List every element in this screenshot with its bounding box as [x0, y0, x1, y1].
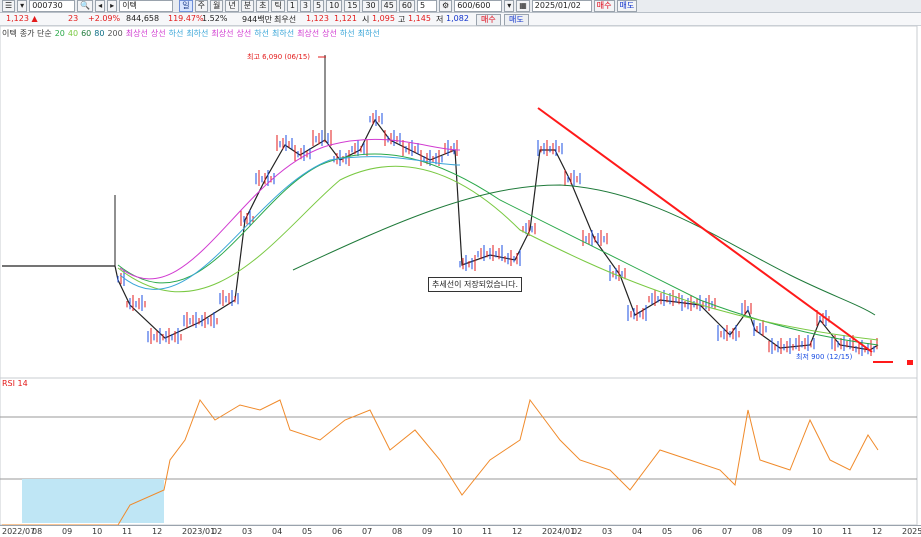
x-axis-label: 08	[752, 527, 763, 536]
envelope-lower-line	[119, 156, 461, 290]
rsi-line	[117, 398, 879, 526]
ma-20-line	[117, 153, 879, 346]
x-axis-label: 06	[692, 527, 703, 536]
low-annotation: 최저 900 (12/15)	[796, 353, 853, 361]
x-axis-label: 05	[302, 527, 313, 536]
trend-line	[537, 107, 873, 353]
x-axis-label: 07	[722, 527, 733, 536]
x-axis-label: 09	[782, 527, 793, 536]
x-axis-label: 2025/01	[902, 527, 921, 536]
x-axis-label: 02	[572, 527, 583, 536]
x-axis-label: 04	[272, 527, 283, 536]
x-axis-label: 05	[662, 527, 673, 536]
x-axis-label: 09	[62, 527, 73, 536]
trendline-saved-tooltip: 추세선이 저장되었습니다.	[428, 277, 523, 292]
x-axis-label: 07	[362, 527, 373, 536]
x-axis-label: 12	[512, 527, 523, 536]
stock-chart-window: ☰ ▾ 000730 🔍 ◂ ▸ 이텍 일 주 월 년 분 초 틱 1 3 5 …	[0, 0, 921, 537]
x-axis-label: 10	[92, 527, 103, 536]
x-axis-label: 09	[422, 527, 433, 536]
current-price-tag	[907, 360, 913, 365]
high-annotation: 최고 6,090 (06/15)	[247, 53, 311, 61]
x-axis-label: 12	[152, 527, 163, 536]
x-axis-label: 10	[812, 527, 823, 536]
x-axis-label: 06	[332, 527, 343, 536]
rsi-legend: RSI 14	[2, 379, 28, 388]
x-axis: 2022/07 08 09 10 11 12 2023/01 02 03 04 05 06 07 08 09…	[0, 525, 921, 537]
ma-200-line	[292, 184, 876, 316]
x-axis-label: 11	[482, 527, 493, 536]
x-axis-label: 10	[452, 527, 463, 536]
envelope-upper-line	[119, 138, 461, 280]
x-axis-label: 08	[32, 527, 43, 536]
x-axis-label: 08	[392, 527, 403, 536]
rsi-oversold-band	[22, 479, 164, 523]
x-axis-label: 03	[602, 527, 613, 536]
x-axis-label: 03	[242, 527, 253, 536]
x-axis-label: 04	[632, 527, 643, 536]
x-axis-label: 2024/01	[542, 527, 576, 536]
x-axis-label: 02	[212, 527, 223, 536]
x-axis-label: 2022/07	[2, 527, 36, 536]
x-axis-label: 11	[122, 527, 133, 536]
x-axis-label: 11	[842, 527, 853, 536]
ma-40-line	[117, 165, 879, 341]
x-axis-label: 2023/01	[182, 527, 216, 536]
x-axis-label: 12	[872, 527, 883, 536]
price-chart[interactable]	[0, 0, 921, 537]
